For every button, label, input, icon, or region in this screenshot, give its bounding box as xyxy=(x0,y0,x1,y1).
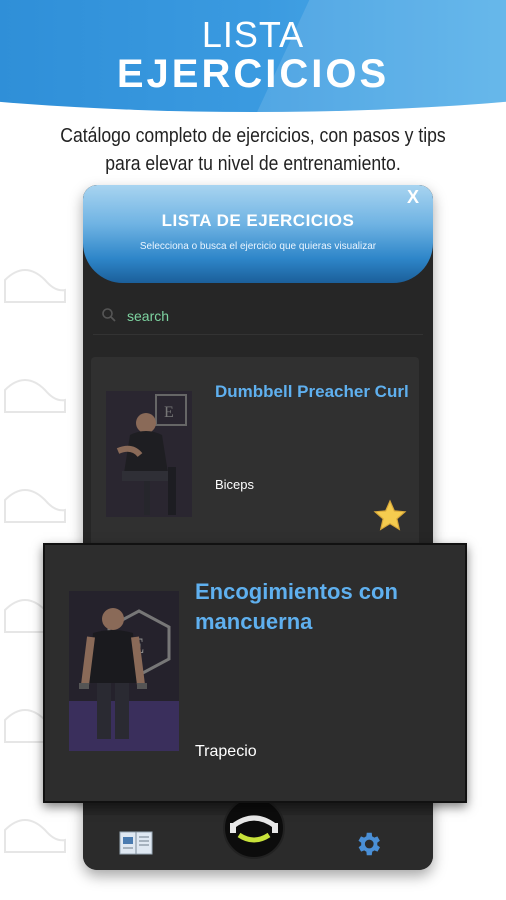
exercise-name: Dumbbell Preacher Curl xyxy=(215,382,409,401)
promo-banner: LISTA EJERCICIOS xyxy=(0,0,506,112)
app-logo[interactable] xyxy=(223,797,285,859)
search-bar xyxy=(93,297,423,335)
exercise-thumbnail: E xyxy=(106,391,192,517)
catalog-icon[interactable] xyxy=(119,831,153,855)
bottom-navigation xyxy=(83,797,433,870)
dialog-title: LISTA DE EJERCICIOS xyxy=(161,211,355,230)
exercise-muscle: Biceps xyxy=(215,477,255,492)
exercise-card[interactable]: E Dumbbell Preacher Curl Biceps xyxy=(91,357,419,557)
close-button[interactable]: X xyxy=(407,187,419,208)
search-input[interactable] xyxy=(127,303,407,329)
exercise-thumbnail: E xyxy=(69,591,179,751)
dialog-subtitle: Selecciona o busca el ejercicio que quie… xyxy=(139,241,377,252)
settings-icon[interactable] xyxy=(353,829,383,859)
favorite-star-icon[interactable] xyxy=(371,498,409,534)
exercise-name: Encogimientos con mancuerna xyxy=(195,579,398,634)
exercise-card-highlighted[interactable]: E Encogimientos con mancuerna Trapecio xyxy=(43,543,467,803)
dialog-header: LISTA DE EJERCICIOS Selecciona o busca e… xyxy=(83,185,433,283)
promo-title-line2: EJERCICIOS xyxy=(116,52,390,96)
search-icon xyxy=(102,308,116,322)
promo-title-line1: LISTA xyxy=(201,14,305,55)
exercise-muscle: Trapecio xyxy=(195,743,257,760)
svg-text:E: E xyxy=(164,404,174,421)
promo-tagline: Catálogo completo de ejercicios, con pas… xyxy=(60,125,446,175)
